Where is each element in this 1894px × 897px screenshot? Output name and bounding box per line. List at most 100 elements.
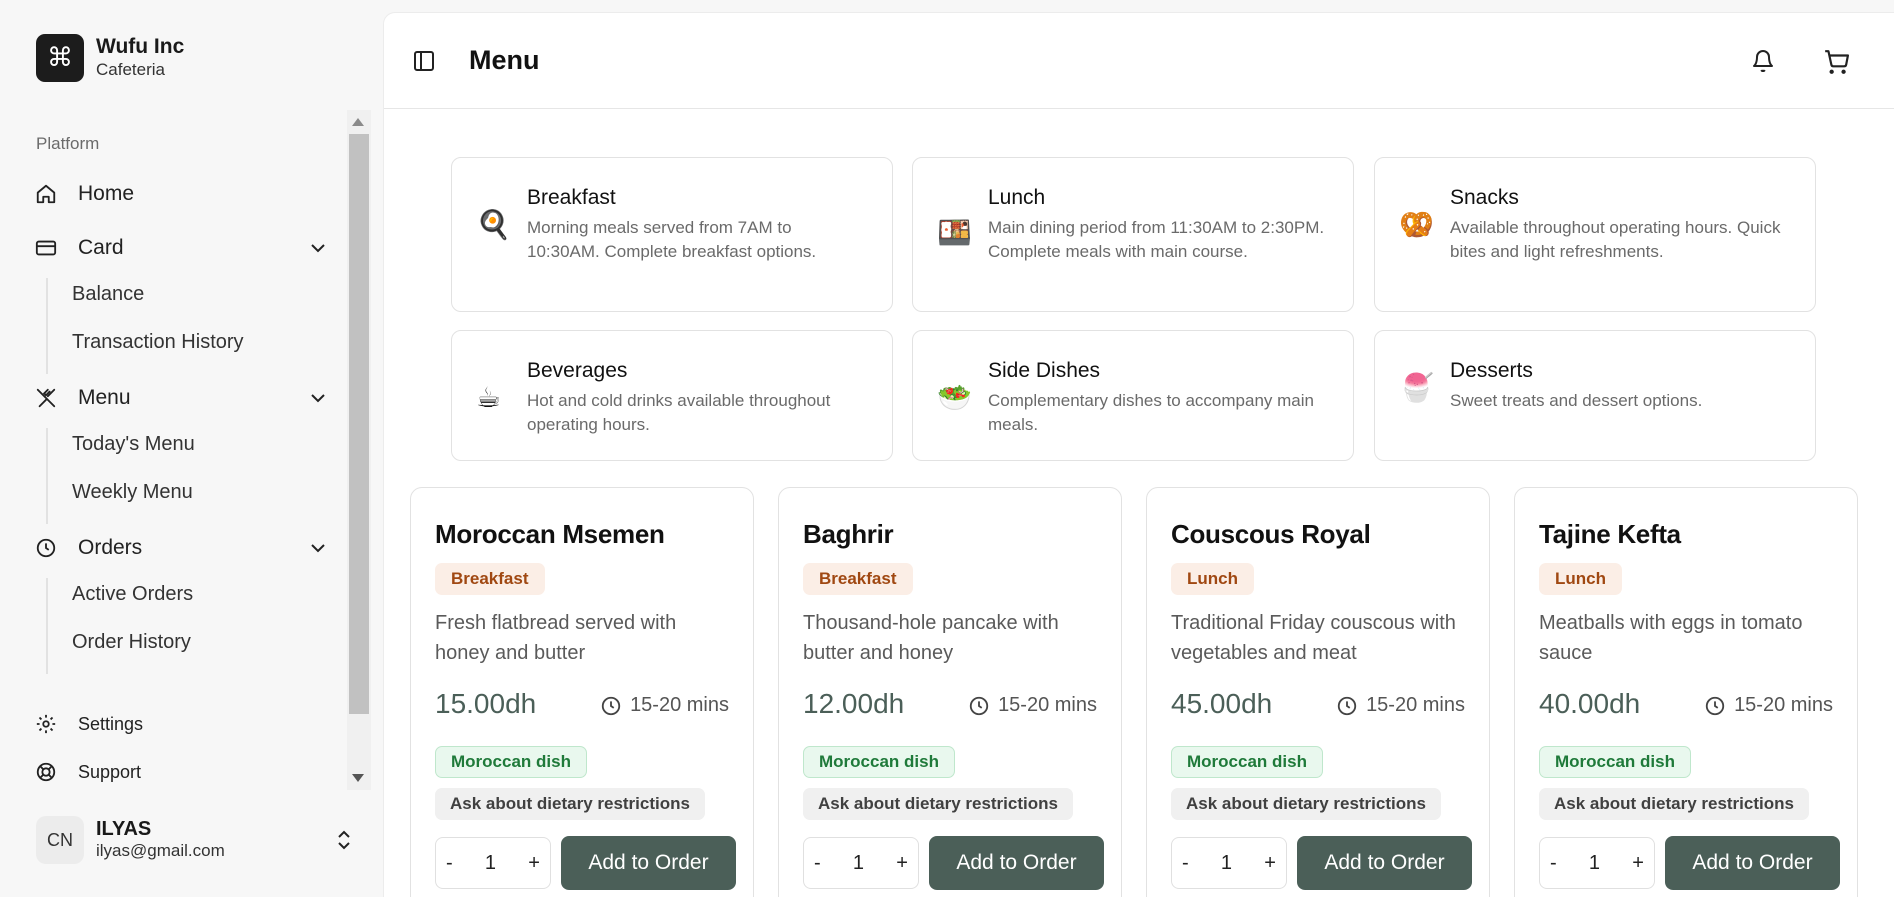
life-buoy-icon <box>34 760 58 784</box>
quantity-value[interactable]: 1 <box>485 852 496 875</box>
utensils-icon <box>34 386 58 410</box>
sidebar-item-orders[interactable]: Orders <box>30 528 330 568</box>
sidebar-item-todays-menu[interactable]: Today's Menu <box>72 424 195 464</box>
category-description: Morning meals served from 7AM to 10:30AM… <box>527 218 817 261</box>
sidebar-item-active-orders[interactable]: Active Orders <box>72 574 193 614</box>
home-icon <box>34 182 58 206</box>
sidebar-item-label: Orders <box>78 536 143 559</box>
item-description: Traditional Friday couscous with vegetab… <box>1171 612 1456 664</box>
sidebar-item-support[interactable]: Support <box>30 752 330 792</box>
chevron-down-icon[interactable] <box>306 536 330 560</box>
sidebar-nav: Platform Home Card Balance Transaction H… <box>0 110 372 790</box>
prep-time: 15-20 mins <box>1336 694 1465 717</box>
credit-card-icon <box>34 236 58 260</box>
category-card-breakfast[interactable]: 🍳 Breakfast Morning meals served from 7A… <box>451 157 893 312</box>
prep-time: 15-20 mins <box>600 694 729 717</box>
scroll-up-arrow-icon[interactable] <box>352 118 364 126</box>
add-to-order-button[interactable]: Add to Order <box>561 836 736 890</box>
quantity-value[interactable]: 1 <box>1589 852 1600 875</box>
shaved-ice-icon: 🍧 <box>1399 371 1434 404</box>
item-description: Thousand-hole pancake with butter and ho… <box>803 612 1059 664</box>
add-to-order-button[interactable]: Add to Order <box>1665 836 1840 890</box>
origin-tag: Moroccan dish <box>435 746 587 778</box>
sidebar-item-balance[interactable]: Balance <box>72 274 144 314</box>
chevron-down-icon[interactable] <box>306 386 330 410</box>
decrement-button[interactable]: - <box>446 852 453 875</box>
gear-icon <box>34 712 58 736</box>
user-menu[interactable]: CN ILYAS ilyas@gmail.com <box>36 812 356 868</box>
category-title: Side Dishes <box>988 359 1101 382</box>
category-card-lunch[interactable]: 🍱 Lunch Main dining period from 11:30AM … <box>912 157 1354 312</box>
increment-button[interactable]: + <box>1632 852 1644 875</box>
category-card-side-dishes[interactable]: 🥗 Side Dishes Complementary dishes to ac… <box>912 330 1354 461</box>
sidebar-item-label: Home <box>78 182 135 205</box>
category-description: Hot and cold drinks available throughout… <box>527 391 831 434</box>
dietary-note: Ask about dietary restrictions <box>1171 788 1441 820</box>
page-title: Menu <box>469 45 540 75</box>
scrollbar-thumb[interactable] <box>349 134 369 714</box>
increment-button[interactable]: + <box>1264 852 1276 875</box>
category-description: Sweet treats and dessert options. <box>1450 391 1703 410</box>
category-title: Snacks <box>1450 186 1519 209</box>
menu-item-card: Moroccan Msemen Breakfast Fresh flatbrea… <box>410 487 754 897</box>
frying-pan-icon: 🍳 <box>476 208 511 241</box>
avatar: CN <box>36 816 84 864</box>
bell-icon[interactable] <box>1751 49 1775 73</box>
sidebar-toggle-icon[interactable] <box>412 49 436 73</box>
category-card-snacks[interactable]: 🥨 Snacks Available throughout operating … <box>1374 157 1816 312</box>
sidebar-item-menu[interactable]: Menu <box>30 378 330 418</box>
salad-icon: 🥗 <box>937 381 972 414</box>
category-title: Desserts <box>1450 359 1533 382</box>
sidebar-item-settings[interactable]: Settings <box>30 704 330 744</box>
menu-item-card: Baghrir Breakfast Thousand-hole pancake … <box>778 487 1122 897</box>
increment-button[interactable]: + <box>528 852 540 875</box>
chevron-down-icon[interactable] <box>306 236 330 260</box>
submenu-line <box>46 428 48 524</box>
category-card-beverages[interactable]: ☕ Beverages Hot and cold drinks availabl… <box>451 330 893 461</box>
category-card-desserts[interactable]: 🍧 Desserts Sweet treats and dessert opti… <box>1374 330 1816 461</box>
quantity-stepper: - 1 + <box>1539 837 1655 889</box>
prep-time-label: 15-20 mins <box>630 694 729 716</box>
sidebar: ⌘ Wufu Inc Cafeteria Platform Home Card … <box>0 0 383 897</box>
sidebar-item-transaction-history[interactable]: Transaction History <box>72 322 244 362</box>
origin-tag: Moroccan dish <box>803 746 955 778</box>
increment-button[interactable]: + <box>896 852 908 875</box>
cart-icon[interactable] <box>1823 49 1849 75</box>
brand[interactable]: ⌘ Wufu Inc Cafeteria <box>36 34 184 82</box>
clock-icon <box>969 696 989 715</box>
clock-icon <box>1337 696 1357 715</box>
decrement-button[interactable]: - <box>814 852 821 875</box>
dietary-note: Ask about dietary restrictions <box>435 788 705 820</box>
sidebar-item-order-history[interactable]: Order History <box>72 622 191 662</box>
add-to-order-button[interactable]: Add to Order <box>1297 836 1472 890</box>
sidebar-scrollbar[interactable] <box>347 110 371 790</box>
user-email: ilyas@gmail.com <box>96 841 225 860</box>
add-to-order-button[interactable]: Add to Order <box>929 836 1104 890</box>
sidebar-item-label: Menu <box>78 386 131 409</box>
sidebar-item-label: Settings <box>78 713 144 734</box>
decrement-button[interactable]: - <box>1550 852 1557 875</box>
category-title: Beverages <box>527 359 628 382</box>
item-price: 12.00dh <box>803 688 905 719</box>
prep-time: 15-20 mins <box>1704 694 1833 717</box>
category-badge: Breakfast <box>435 563 545 595</box>
item-description: Meatballs with eggs in tomato sauce <box>1539 612 1803 664</box>
sidebar-item-home[interactable]: Home <box>30 174 330 214</box>
decrement-button[interactable]: - <box>1182 852 1189 875</box>
submenu-line <box>46 278 48 374</box>
origin-tag: Moroccan dish <box>1539 746 1691 778</box>
quantity-value[interactable]: 1 <box>1221 852 1232 875</box>
chevrons-up-down-icon[interactable] <box>332 828 356 852</box>
item-name: Moroccan Msemen <box>435 519 665 549</box>
sidebar-item-weekly-menu[interactable]: Weekly Menu <box>72 472 193 512</box>
quantity-stepper: - 1 + <box>435 837 551 889</box>
sidebar-item-card[interactable]: Card <box>30 228 330 268</box>
item-name: Baghrir <box>803 519 894 549</box>
origin-tag: Moroccan dish <box>1171 746 1323 778</box>
quantity-value[interactable]: 1 <box>853 852 864 875</box>
section-label: Platform <box>36 134 100 153</box>
item-price: 45.00dh <box>1171 688 1273 719</box>
clock-icon <box>601 696 621 715</box>
scroll-down-arrow-icon[interactable] <box>352 774 364 782</box>
prep-time-label: 15-20 mins <box>1366 694 1465 716</box>
